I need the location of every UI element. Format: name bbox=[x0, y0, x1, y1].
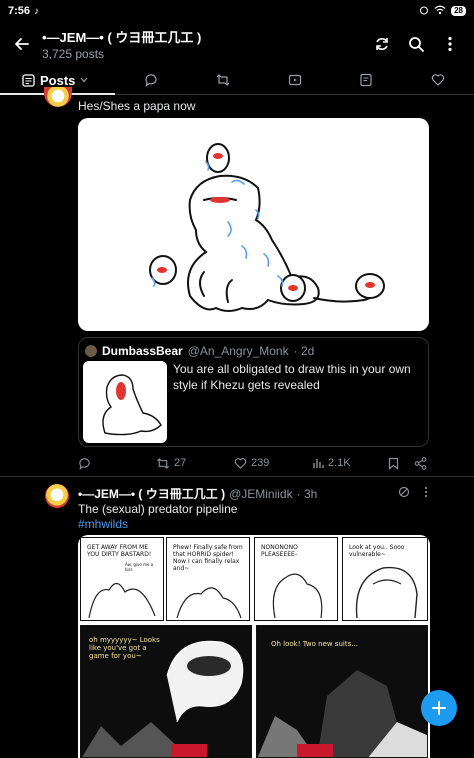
profile-name: •—JEM—• ( ウヨ冊工几工 ) bbox=[42, 30, 202, 45]
retweet-icon bbox=[157, 457, 169, 469]
search-icon bbox=[409, 37, 424, 52]
like-button[interactable]: 239 bbox=[234, 457, 269, 470]
retweet-tab-icon bbox=[216, 74, 230, 86]
compose-post-button[interactable] bbox=[421, 690, 457, 726]
articles-tab-icon bbox=[360, 73, 372, 87]
more-vertical-icon bbox=[448, 36, 452, 52]
views-button[interactable]: 2.1K bbox=[312, 457, 351, 469]
back-button[interactable] bbox=[2, 24, 42, 64]
post2-more-button[interactable] bbox=[424, 485, 428, 503]
more-vertical-icon bbox=[424, 486, 428, 498]
post2-header-icons bbox=[398, 485, 428, 503]
post2-comic-image[interactable]: GET AWAY FROM ME YOU DIRTY BASTARD! Aw, … bbox=[78, 535, 430, 758]
search-button[interactable] bbox=[406, 34, 426, 54]
quoted-post-header: DumbassBear @An_Angry_Monk · 2d bbox=[85, 344, 314, 358]
comic-panel-2: Phew! Finally safe from that HORRID spid… bbox=[166, 537, 250, 621]
more-options-button[interactable] bbox=[440, 34, 460, 54]
comic-panel-1-text: GET AWAY FROM ME YOU DIRTY BASTARD! bbox=[87, 544, 152, 558]
bookmark-button[interactable] bbox=[388, 457, 399, 470]
comic-panel-6: Oh look! Two new suits... bbox=[256, 625, 428, 758]
post2-author-name[interactable]: •—JEM—• ( ウヨ冊工几工 ) bbox=[78, 485, 225, 502]
quoted-avatar bbox=[85, 345, 97, 357]
reply-button[interactable] bbox=[78, 457, 91, 470]
refresh-icon bbox=[376, 38, 388, 50]
comic-panel-2-text: Phew! Finally safe from that HORRID spid… bbox=[173, 544, 243, 572]
views-icon bbox=[313, 459, 324, 468]
post2-author-handle[interactable]: @JEMiniidk bbox=[229, 487, 293, 501]
chevron-down-icon bbox=[80, 77, 88, 83]
views-count: 2.1K bbox=[328, 457, 351, 469]
tab-likes[interactable] bbox=[402, 66, 474, 94]
bookmark-icon bbox=[388, 457, 399, 470]
retweet-count: 27 bbox=[174, 457, 187, 469]
retweet-button[interactable]: 27 bbox=[156, 457, 186, 470]
comic-panel-3: NONONONO PLEASEEEE- bbox=[254, 537, 338, 621]
posts-tab-icon bbox=[22, 73, 35, 87]
post1-image[interactable] bbox=[78, 118, 429, 331]
post1-text: Hes/Shes a papa now bbox=[78, 99, 196, 113]
wifi-icon bbox=[434, 5, 446, 18]
quoted-post-image[interactable] bbox=[83, 361, 167, 443]
plus-icon bbox=[432, 701, 446, 715]
post-divider bbox=[0, 476, 474, 477]
tiktok-notification-icon: ♪ bbox=[34, 5, 40, 17]
post2-avatar[interactable] bbox=[45, 484, 69, 508]
quoted-post-text: You are all obligated to draw this in yo… bbox=[173, 362, 411, 392]
quoted-post-time: · 2d bbox=[293, 344, 315, 358]
quoted-post[interactable]: DumbassBear @An_Angry_Monk · 2d You are … bbox=[78, 337, 429, 447]
status-time: 7:56 bbox=[8, 5, 31, 17]
share-button[interactable] bbox=[414, 456, 427, 470]
back-arrow-icon bbox=[15, 38, 29, 50]
profile-header: •—JEM—• ( ウヨ冊工几工 ) 3,725 posts bbox=[0, 22, 474, 66]
battery-indicator: 28 bbox=[451, 6, 466, 16]
tab-media[interactable] bbox=[259, 66, 331, 94]
grok-icon bbox=[398, 486, 410, 498]
status-bar: 7:56 ♪ 28 bbox=[0, 0, 474, 22]
post2-text: The (sexual) predator pipeline bbox=[78, 502, 238, 516]
like-count: 239 bbox=[251, 457, 270, 469]
comic-panel-4: Look at you.. Sooo vulnerable~ bbox=[342, 537, 428, 621]
comic-panel-5: oh myyyyyy~ Looks like you've got a game… bbox=[80, 625, 252, 758]
comic-panel-1: GET AWAY FROM ME YOU DIRTY BASTARD! Aw, … bbox=[80, 537, 164, 621]
post2-header: •—JEM—• ( ウヨ冊工几工 ) @JEMiniidk · 3h bbox=[78, 485, 317, 502]
post1-avatar[interactable] bbox=[44, 87, 72, 107]
post1-actions: 27 239 2.1K bbox=[78, 455, 430, 471]
status-indicators: 28 bbox=[419, 5, 466, 18]
reply-icon bbox=[79, 457, 90, 470]
comic-panel-3-text: NONONONO PLEASEEEE- bbox=[261, 544, 298, 558]
grok-button[interactable] bbox=[398, 485, 410, 503]
post2-time: · 3h bbox=[296, 486, 318, 501]
quoted-author-handle: @An_Angry_Monk bbox=[187, 344, 289, 358]
share-icon bbox=[414, 456, 427, 470]
tab-posts-label: Posts bbox=[40, 72, 76, 88]
post-count: 3,725 posts bbox=[42, 47, 105, 61]
tab-replies[interactable] bbox=[115, 66, 187, 94]
like-icon bbox=[234, 457, 247, 469]
alarm-icon bbox=[419, 5, 429, 18]
likes-tab-icon bbox=[431, 74, 445, 86]
replies-tab-icon bbox=[145, 74, 157, 87]
tab-articles[interactable] bbox=[331, 66, 403, 94]
refresh-button[interactable] bbox=[372, 34, 392, 54]
quoted-author-name: DumbassBear bbox=[102, 344, 183, 358]
post2-hashtag[interactable]: #mhwilds bbox=[78, 517, 128, 531]
tab-reposts[interactable] bbox=[187, 66, 259, 94]
media-tab-icon bbox=[288, 74, 301, 86]
